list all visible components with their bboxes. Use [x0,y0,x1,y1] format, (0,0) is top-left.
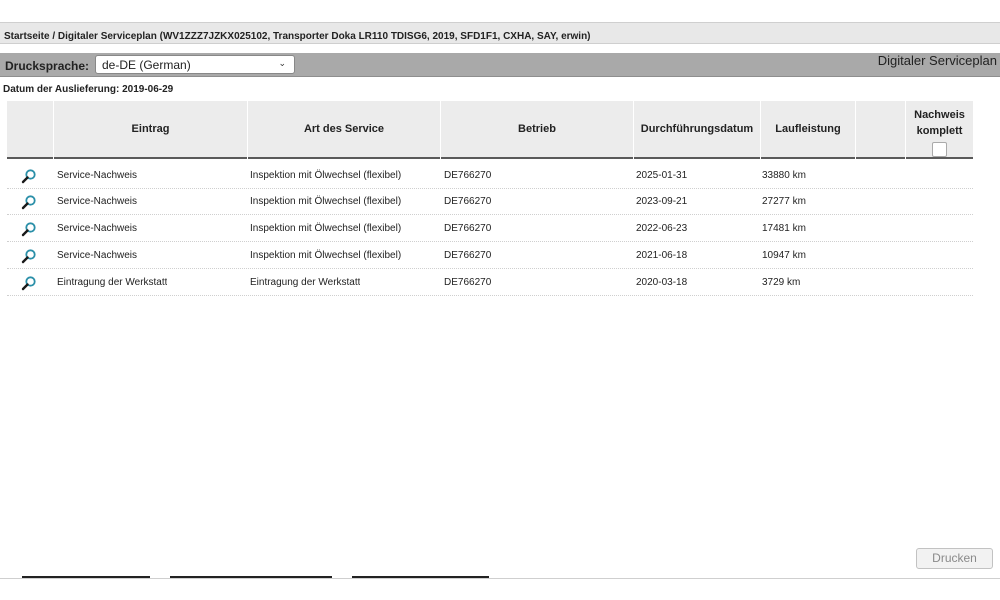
magnifier-icon[interactable] [21,194,37,210]
table-row: Service-Nachweis Inspektion mit Ölwechsel… [7,189,973,215]
magnifier-icon[interactable] [21,221,37,237]
column-header-empty [856,101,905,159]
delivery-date: Datum der Auslieferung: 2019-06-29 [3,84,174,95]
cell-betrieb: DE766270 [444,277,492,288]
cell-laufleistung: 10947 km [762,250,806,261]
cell-laufleistung: 33880 km [762,170,806,181]
column-header-durchfuehrungsdatum: Durchführungsdatum [634,101,760,159]
nachweis-komplett-checkbox[interactable] [932,142,947,157]
cell-art-des-service: Inspektion mit Ölwechsel (flexibel) [250,250,402,261]
table-header: Eintrag Art des Service Betrieb Durchfüh… [7,101,973,159]
column-header-icon [7,101,53,159]
cell-laufleistung: 17481 km [762,223,806,234]
magnifier-icon[interactable] [21,275,37,291]
cell-betrieb: DE766270 [444,223,492,234]
komplett-label: komplett [916,125,963,137]
cell-betrieb: DE766270 [444,196,492,207]
table-row: Eintragung der Werkstatt Eintragung der W… [7,270,973,296]
print-language-select[interactable]: de-DE (German) ⌄ [95,55,295,74]
cell-durchfuehrungsdatum: 2025-01-31 [636,170,688,181]
cell-durchfuehrungsdatum: 2022-06-23 [636,223,688,234]
breadcrumb: Startseite / Digitaler Serviceplan (WV1Z… [0,22,1000,44]
table-row: Service-Nachweis Inspektion mit Ölwechsel… [7,216,973,242]
cell-art-des-service: Inspektion mit Ölwechsel (flexibel) [250,170,402,181]
print-button[interactable]: Drucken [916,548,993,569]
bottom-divider [0,578,1000,579]
table-row: Service-Nachweis Inspektion mit Ölwechsel… [7,243,973,269]
footer-bar [170,576,332,578]
footer-bar [352,576,489,578]
cell-betrieb: DE766270 [444,170,492,181]
cell-betrieb: DE766270 [444,250,492,261]
nachweis-label: Nachweis [914,109,965,121]
toolbar: Drucksprache: de-DE (German) ⌄ Digitaler… [0,53,1000,77]
column-header-betrieb: Betrieb [441,101,633,159]
cell-laufleistung: 3729 km [762,277,801,288]
column-header-eintrag: Eintrag [54,101,247,159]
table-row: Service-Nachweis Inspektion mit Ölwechsel… [7,163,973,189]
magnifier-icon[interactable] [21,168,37,184]
cell-laufleistung: 27277 km [762,196,806,207]
column-header-nachweis-komplett: Nachweis komplett [906,101,973,159]
cell-durchfuehrungsdatum: 2021-06-18 [636,250,688,261]
cell-durchfuehrungsdatum: 2023-09-21 [636,196,688,207]
cell-eintrag: Service-Nachweis [57,170,138,181]
column-header-laufleistung: Laufleistung [761,101,855,159]
print-language-label: Drucksprache: [5,59,90,73]
cell-art-des-service: Inspektion mit Ölwechsel (flexibel) [250,223,402,234]
cell-eintrag: Service-Nachweis [57,223,138,234]
chevron-down-icon: ⌄ [278,58,286,68]
page-title: Digitaler Serviceplan [877,53,997,68]
footer-bar [22,576,150,578]
magnifier-icon[interactable] [21,248,37,264]
column-header-art-des-service: Art des Service [248,101,440,159]
service-plan-page: Startseite / Digitaler Serviceplan (WV1Z… [0,0,1000,600]
cell-eintrag: Service-Nachweis [57,250,138,261]
cell-art-des-service: Inspektion mit Ölwechsel (flexibel) [250,196,402,207]
print-language-value: de-DE (German) [102,58,191,72]
cell-art-des-service: Eintragung der Werkstatt [250,277,361,288]
cell-eintrag: Service-Nachweis [57,196,138,207]
cell-eintrag: Eintragung der Werkstatt [57,277,168,288]
cell-durchfuehrungsdatum: 2020-03-18 [636,277,688,288]
